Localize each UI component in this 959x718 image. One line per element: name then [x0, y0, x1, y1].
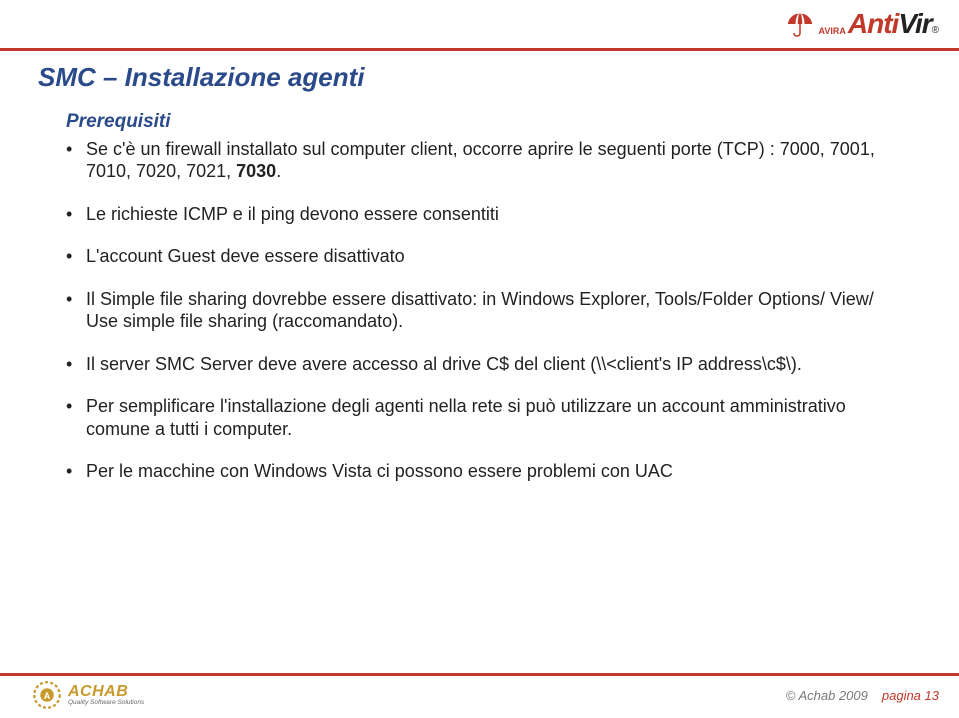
- list-item: Per semplificare l'installazione degli a…: [66, 395, 896, 440]
- bullet-list: Se c'è un firewall installato sul comput…: [66, 138, 896, 483]
- svg-text:A: A: [44, 691, 51, 701]
- achab-logo: A ACHAB Quality Software Solutions: [32, 680, 144, 710]
- slide-content: Prerequisiti Se c'è un firewall installa…: [66, 110, 896, 503]
- list-item: L'account Guest deve essere disattivato: [66, 245, 896, 268]
- list-item: Per le macchine con Windows Vista ci pos…: [66, 460, 896, 483]
- slide-title: SMC – Installazione agenti: [38, 62, 365, 93]
- footer: A ACHAB Quality Software Solutions © Ach…: [0, 678, 959, 712]
- copyright: © Achab 2009: [786, 688, 868, 703]
- bottom-divider: [0, 673, 959, 676]
- list-item: Il server SMC Server deve avere accesso …: [66, 353, 896, 376]
- list-item: Il Simple file sharing dovrebbe essere d…: [66, 288, 896, 333]
- list-item: Se c'è un firewall installato sul comput…: [66, 138, 896, 183]
- top-divider: [0, 48, 959, 51]
- achab-tagline: Quality Software Solutions: [68, 700, 144, 707]
- anti-part: Anti: [848, 8, 898, 40]
- reg-mark: ®: [932, 25, 939, 36]
- vir-part: Vir: [898, 8, 931, 40]
- gear-badge-icon: A: [32, 680, 62, 710]
- subhead: Prerequisiti: [66, 110, 896, 134]
- brand-text: AVIRA Anti Vir ®: [819, 8, 939, 40]
- page-number: pagina 13: [882, 688, 939, 703]
- footer-right: © Achab 2009 pagina 13: [786, 688, 939, 703]
- list-item: Le richieste ICMP e il ping devono esser…: [66, 203, 896, 226]
- umbrella-icon: [785, 9, 815, 39]
- achab-name: ACHAB: [68, 684, 144, 700]
- avira-label: AVIRA: [819, 26, 846, 36]
- brand-logo: AVIRA Anti Vir ®: [785, 8, 939, 40]
